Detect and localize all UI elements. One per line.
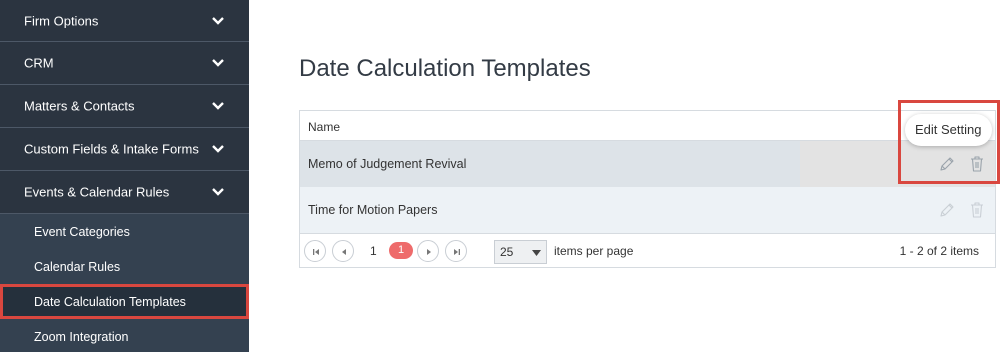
first-page-icon xyxy=(313,249,319,255)
sidebar-section-label: Custom Fields & Intake Forms xyxy=(24,141,199,157)
sidebar-item-label: Calendar Rules xyxy=(34,259,121,274)
page-number[interactable]: 1 xyxy=(370,244,377,258)
sidebar-section-label: Matters & Contacts xyxy=(24,98,135,114)
trash-icon[interactable] xyxy=(967,200,987,220)
dropdown-caret-icon xyxy=(532,250,541,256)
page-size-select[interactable]: 25 xyxy=(494,240,547,264)
pager: 1 1 25 items per page 1 - 2 of 2 items xyxy=(300,233,995,267)
page-number-active[interactable]: 1 xyxy=(389,242,413,259)
first-page-button[interactable] xyxy=(304,240,326,262)
app: Firm Options CRM Matters & Contacts Cust… xyxy=(0,0,1000,352)
next-page-button[interactable] xyxy=(417,240,439,262)
column-header-name[interactable]: Name xyxy=(308,120,340,134)
chevron-down-icon xyxy=(212,102,224,110)
template-name: Memo of Judgement Revival xyxy=(308,157,467,171)
sidebar-section-custom-fields[interactable]: Custom Fields & Intake Forms xyxy=(0,128,249,171)
chevron-down-icon xyxy=(212,59,224,67)
items-per-page-label: items per page xyxy=(554,244,634,258)
sidebar-section-firm-options[interactable]: Firm Options xyxy=(0,0,249,42)
chevron-down-icon xyxy=(212,145,224,153)
last-page-button[interactable] xyxy=(445,240,467,262)
sidebar-section-label: Firm Options xyxy=(24,13,99,28)
last-page-icon xyxy=(454,249,460,255)
sidebar-item-label: Event Categories xyxy=(34,224,130,239)
grid-header: Name xyxy=(300,111,995,141)
sidebar-item-label: Date Calculation Templates xyxy=(34,294,186,309)
row-actions xyxy=(937,154,987,174)
sidebar-section-crm[interactable]: CRM xyxy=(0,42,249,85)
prev-page-icon xyxy=(342,249,346,255)
sidebar-section-events-calendar[interactable]: Events & Calendar Rules xyxy=(0,171,249,214)
templates-grid: Name Memo of Judgement Revival Time for … xyxy=(299,110,996,268)
template-name: Time for Motion Papers xyxy=(308,203,438,217)
sidebar-item-label: Zoom Integration xyxy=(34,329,129,344)
chevron-down-icon xyxy=(212,188,224,196)
sidebar-item-event-categories[interactable]: Event Categories xyxy=(0,214,249,249)
chevron-down-icon xyxy=(212,16,224,25)
sidebar-section-matters-contacts[interactable]: Matters & Contacts xyxy=(0,85,249,128)
next-page-icon xyxy=(427,249,431,255)
pager-info: 1 - 2 of 2 items xyxy=(899,244,979,258)
table-row[interactable]: Memo of Judgement Revival xyxy=(300,141,995,187)
sidebar-item-date-calculation-templates[interactable]: Date Calculation Templates xyxy=(0,284,249,319)
sidebar-section-label: CRM xyxy=(24,55,54,71)
prev-page-button[interactable] xyxy=(332,240,354,262)
sidebar-item-zoom-integration[interactable]: Zoom Integration xyxy=(0,319,249,352)
page-size-value: 25 xyxy=(500,245,514,259)
sidebar: Firm Options CRM Matters & Contacts Cust… xyxy=(0,0,249,352)
pencil-icon[interactable] xyxy=(937,200,957,220)
table-row[interactable]: Time for Motion Papers xyxy=(300,187,995,233)
sidebar-section-label: Events & Calendar Rules xyxy=(24,184,170,200)
trash-icon[interactable] xyxy=(967,154,987,174)
pencil-icon[interactable] xyxy=(937,154,957,174)
page-title: Date Calculation Templates xyxy=(299,55,591,82)
sidebar-item-calendar-rules[interactable]: Calendar Rules xyxy=(0,249,249,284)
row-actions xyxy=(937,200,987,220)
sidebar-subnav: Event Categories Calendar Rules Date Cal… xyxy=(0,214,249,352)
edit-setting-tooltip: Edit Setting xyxy=(905,114,992,146)
